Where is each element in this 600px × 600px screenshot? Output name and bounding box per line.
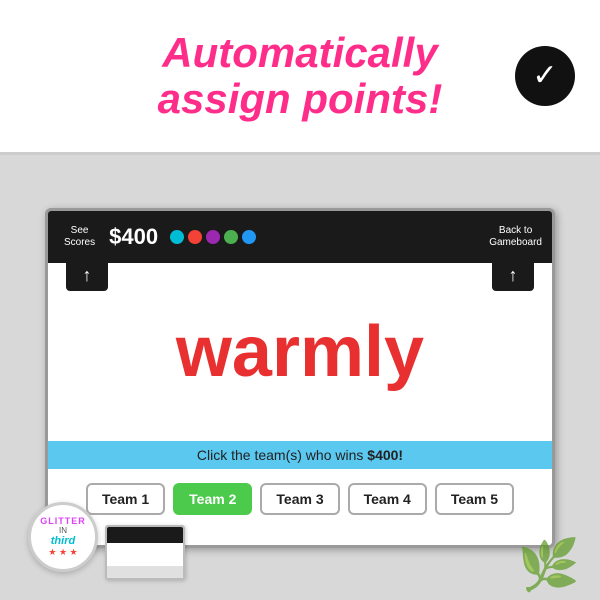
logo-in: IN [59, 526, 67, 535]
back-to-gameboard-label[interactable]: Back toGameboard [489, 225, 542, 249]
click-banner-amount: $400! [367, 447, 403, 463]
small-board-decoration [105, 525, 185, 580]
page-title: Automatically assign points! [158, 30, 443, 122]
color-dot [224, 230, 238, 244]
plant-decoration: 🌿 [518, 536, 580, 595]
team-button[interactable]: Team 2 [173, 483, 252, 515]
team-button[interactable]: Team 3 [260, 483, 339, 515]
see-scores-arrow[interactable]: ↑ [66, 261, 108, 291]
whiteboard: SeeScores $400 Back toGameboard ↑ ↑ warm… [45, 208, 555, 548]
logo-third: third [51, 535, 75, 547]
small-board-top [107, 527, 183, 543]
vocabulary-word: warmly [176, 311, 424, 393]
click-banner-text: Click the team(s) who wins [197, 447, 367, 463]
see-scores-label[interactable]: SeeScores [58, 223, 101, 251]
small-board-bottom [107, 566, 183, 578]
logo: GLITTER IN third ★ ★ ★ [28, 502, 98, 572]
header-section: Automatically assign points! ✓ [0, 0, 600, 155]
check-circle: ✓ [515, 46, 575, 106]
title-line2: assign points! [158, 75, 443, 122]
team-button[interactable]: Team 5 [435, 483, 514, 515]
team-button[interactable]: Team 1 [86, 483, 165, 515]
team-button[interactable]: Team 4 [348, 483, 427, 515]
word-content-area: warmly [48, 263, 552, 441]
board-area: SeeScores $400 Back toGameboard ↑ ↑ warm… [0, 155, 600, 600]
logo-stars: ★ ★ ★ [48, 547, 77, 558]
checkmark-icon: ✓ [532, 61, 557, 91]
teams-row: Team 1Team 2Team 3 Team 4Team 5 [48, 475, 552, 515]
whiteboard-topbar: SeeScores $400 Back toGameboard ↑ ↑ [48, 211, 552, 263]
title-line1: Automatically [162, 29, 437, 76]
logo-glitter: GLITTER [40, 516, 86, 526]
color-dot [188, 230, 202, 244]
color-dots [170, 230, 256, 244]
color-dot [242, 230, 256, 244]
color-dot [206, 230, 220, 244]
price-label: $400 [109, 224, 158, 250]
back-gameboard-arrow[interactable]: ↑ [492, 261, 534, 291]
click-banner: Click the team(s) who wins $400! [48, 441, 552, 469]
color-dot [170, 230, 184, 244]
